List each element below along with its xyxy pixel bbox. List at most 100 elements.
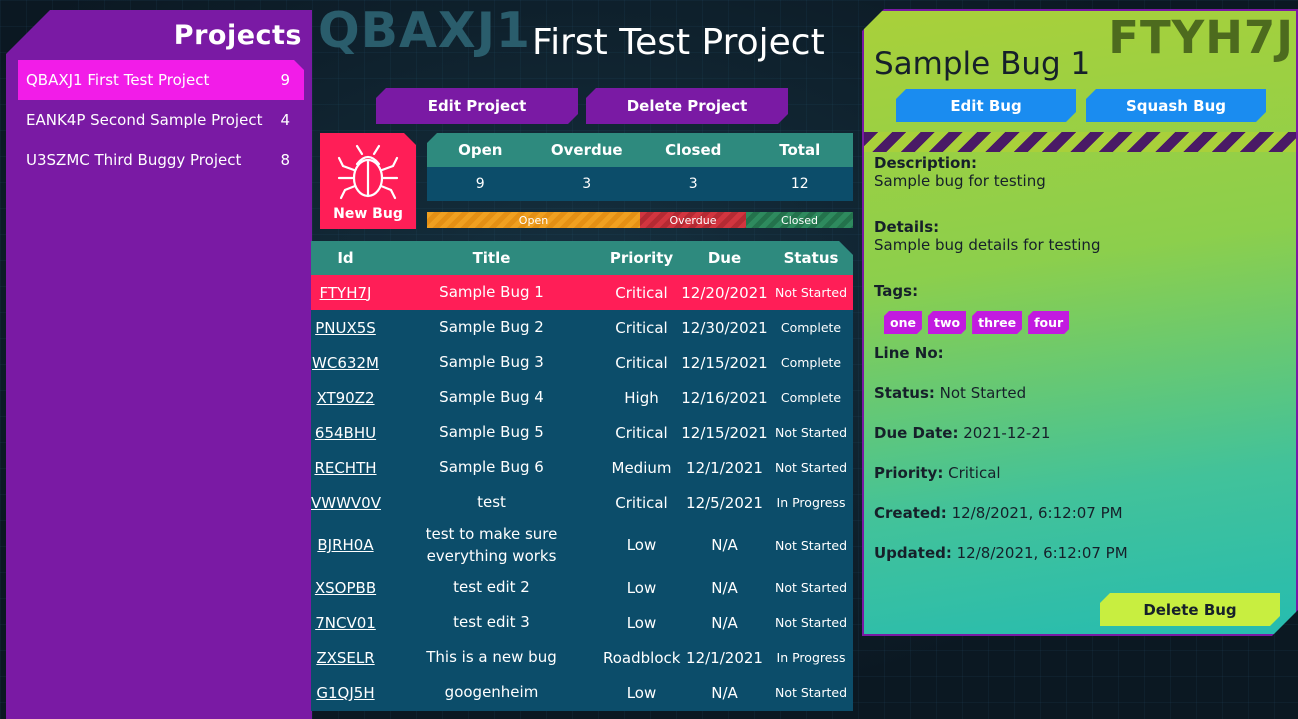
- status-label: Status:: [874, 384, 935, 402]
- bug-id-cell[interactable]: G1QJ5H: [311, 684, 380, 702]
- bug-id-cell[interactable]: 654BHU: [311, 424, 380, 442]
- project-id-heading: QBAXJ1: [318, 2, 532, 59]
- column-header-due[interactable]: Due: [680, 249, 769, 267]
- bug-id-cell[interactable]: 7NCV01: [311, 614, 380, 632]
- created-label: Created:: [874, 504, 947, 522]
- project-item-u3szmc[interactable]: U3SZMC Third Buggy Project 8: [18, 140, 304, 180]
- bug-title-cell: test to make sure everything works: [425, 524, 558, 565]
- column-header-status[interactable]: Status: [769, 249, 853, 267]
- bug-id-link[interactable]: XSOPBB: [315, 579, 376, 597]
- bug-id-cell[interactable]: ZXSELR: [311, 649, 380, 667]
- bug-due-cell: 12/30/2021: [681, 318, 768, 337]
- bug-icon: [335, 140, 401, 202]
- details-field: Details: Sample bug details for testing: [874, 218, 1100, 254]
- priority-field: Priority: Critical: [874, 464, 1001, 482]
- bug-id-link[interactable]: XT90Z2: [316, 389, 374, 407]
- bug-id-cell[interactable]: WC632M: [311, 354, 380, 372]
- bug-title-cell: Sample Bug 2: [439, 318, 544, 337]
- column-header-title[interactable]: Title: [380, 247, 603, 270]
- bug-id-cell[interactable]: XT90Z2: [311, 389, 380, 407]
- status-bar-closed: Closed: [746, 212, 853, 228]
- tag-chip[interactable]: three: [972, 311, 1022, 334]
- bug-priority-cell: Low: [626, 578, 657, 597]
- stats-total-count: 12: [790, 176, 809, 192]
- table-row[interactable]: WC632M Sample Bug 3 Critical 12/15/2021 Comp…: [311, 345, 853, 380]
- tag-chip[interactable]: two: [928, 311, 966, 334]
- table-row[interactable]: BJRH0A test to make sure everything works…: [311, 520, 853, 570]
- bug-id-cell[interactable]: BJRH0A: [311, 536, 380, 554]
- column-header-priority[interactable]: Priority: [603, 249, 680, 267]
- bug-id-link[interactable]: PNUX5S: [315, 319, 376, 337]
- new-bug-button[interactable]: New Bug: [320, 133, 416, 229]
- hazard-stripe-divider: [864, 132, 1296, 152]
- tag-chip[interactable]: one: [884, 311, 922, 334]
- bug-id-link[interactable]: ZXSELR: [316, 649, 374, 667]
- bug-id-link[interactable]: RECHTH: [314, 459, 376, 477]
- status-progress-bar: Open Overdue Closed: [427, 212, 853, 228]
- table-row[interactable]: PNUX5S Sample Bug 2 Critical 12/30/2021 Comp…: [311, 310, 853, 345]
- bug-due-cell: 12/20/2021: [681, 283, 768, 302]
- bug-id-link[interactable]: VWWV0V: [311, 494, 381, 512]
- edit-project-button[interactable]: Edit Project: [376, 88, 578, 124]
- column-header-id[interactable]: Id: [311, 249, 380, 267]
- details-label: Details:: [874, 218, 940, 236]
- table-row[interactable]: 654BHU Sample Bug 5 Critical 12/15/2021 Not …: [311, 415, 853, 450]
- bug-title-cell: This is a new bug: [426, 648, 557, 667]
- bug-id-cell[interactable]: FTYH7J: [311, 284, 380, 302]
- project-item-label: U3SZMC Third Buggy Project: [26, 151, 242, 169]
- delete-bug-button[interactable]: Delete Bug: [1100, 593, 1280, 626]
- tag-chip[interactable]: four: [1028, 311, 1069, 334]
- table-row[interactable]: VWWV0V test Critical 12/5/2021 In Progress: [311, 485, 853, 520]
- project-item-count: 9: [280, 71, 290, 89]
- bug-status-cell: In Progress: [776, 495, 846, 510]
- bug-id-link[interactable]: 7NCV01: [315, 614, 376, 632]
- bug-priority-cell: Roadblock: [603, 648, 681, 667]
- bug-id-link[interactable]: 654BHU: [315, 424, 376, 442]
- bug-priority-cell: Low: [626, 536, 657, 554]
- bug-id-link[interactable]: WC632M: [312, 354, 379, 372]
- created-field: Created: 12/8/2021, 6:12:07 PM: [874, 504, 1123, 522]
- updated-label: Updated:: [874, 544, 952, 562]
- table-row[interactable]: XSOPBB test edit 2 Low N/A Not Started: [311, 570, 853, 605]
- bug-id-cell[interactable]: VWWV0V: [311, 494, 380, 512]
- bug-due-cell: N/A: [711, 536, 738, 554]
- project-item-qbaxj1[interactable]: QBAXJ1 First Test Project 9: [18, 60, 304, 100]
- bug-id-link[interactable]: BJRH0A: [317, 536, 373, 554]
- bug-details-panel: FTYH7J Sample Bug 1 Edit Bug Squash Bug …: [862, 9, 1298, 636]
- bug-id-link[interactable]: FTYH7J: [320, 284, 372, 302]
- bug-due-cell: N/A: [711, 578, 738, 597]
- status-field: Status: Not Started: [874, 384, 1026, 402]
- bug-title-cell: Sample Bug 5: [439, 423, 544, 442]
- table-row[interactable]: FTYH7J Sample Bug 1 Critical 12/20/2021 Not …: [311, 275, 853, 310]
- project-item-eank4p[interactable]: EANK4P Second Sample Project 4: [18, 100, 304, 140]
- tag-list: one two three four: [884, 311, 1069, 334]
- bug-priority-cell: Medium: [611, 458, 672, 477]
- bug-id-cell[interactable]: PNUX5S: [311, 319, 380, 337]
- bug-title-cell: googenheim: [444, 683, 539, 702]
- edit-bug-button[interactable]: Edit Bug: [896, 89, 1076, 122]
- bug-id-cell[interactable]: XSOPBB: [311, 579, 380, 597]
- bug-status-cell: Not Started: [774, 615, 848, 630]
- project-item-label: EANK4P Second Sample Project: [26, 111, 263, 129]
- bug-priority-cell: Critical: [615, 493, 668, 512]
- bug-id-cell[interactable]: RECHTH: [311, 459, 380, 477]
- stats-values-row: 9 3 3 12: [427, 167, 853, 201]
- squash-bug-button[interactable]: Squash Bug: [1086, 89, 1266, 122]
- details-value: Sample bug details for testing: [874, 236, 1101, 254]
- bug-due-cell: 12/5/2021: [686, 493, 763, 512]
- bug-table-header: Id Title Priority Due Status: [311, 241, 853, 275]
- project-list: QBAXJ1 First Test Project 9 EANK4P Secon…: [18, 60, 304, 180]
- bug-status-cell: Not Started: [774, 537, 848, 553]
- delete-project-button[interactable]: Delete Project: [586, 88, 788, 124]
- table-row[interactable]: ZXSELR This is a new bug Roadblock 12/1/202…: [311, 640, 853, 675]
- table-row[interactable]: 7NCV01 test edit 3 Low N/A Not Started: [311, 605, 853, 640]
- bug-due-cell: N/A: [711, 613, 738, 632]
- table-row[interactable]: G1QJ5H googenheim Low N/A Not Started: [311, 675, 853, 710]
- bug-title: Sample Bug 1: [874, 46, 1091, 82]
- bug-id-link[interactable]: G1QJ5H: [316, 684, 374, 702]
- table-row[interactable]: XT90Z2 Sample Bug 4 High 12/16/2021 Complete: [311, 380, 853, 415]
- project-item-count: 4: [280, 111, 290, 129]
- projects-sidebar: Projects QBAXJ1 First Test Project 9 EAN…: [6, 10, 312, 719]
- table-row[interactable]: RECHTH Sample Bug 6 Medium 12/1/2021 Not Sta…: [311, 450, 853, 485]
- bug-table-body: FTYH7J Sample Bug 1 Critical 12/20/2021 Not …: [311, 275, 853, 710]
